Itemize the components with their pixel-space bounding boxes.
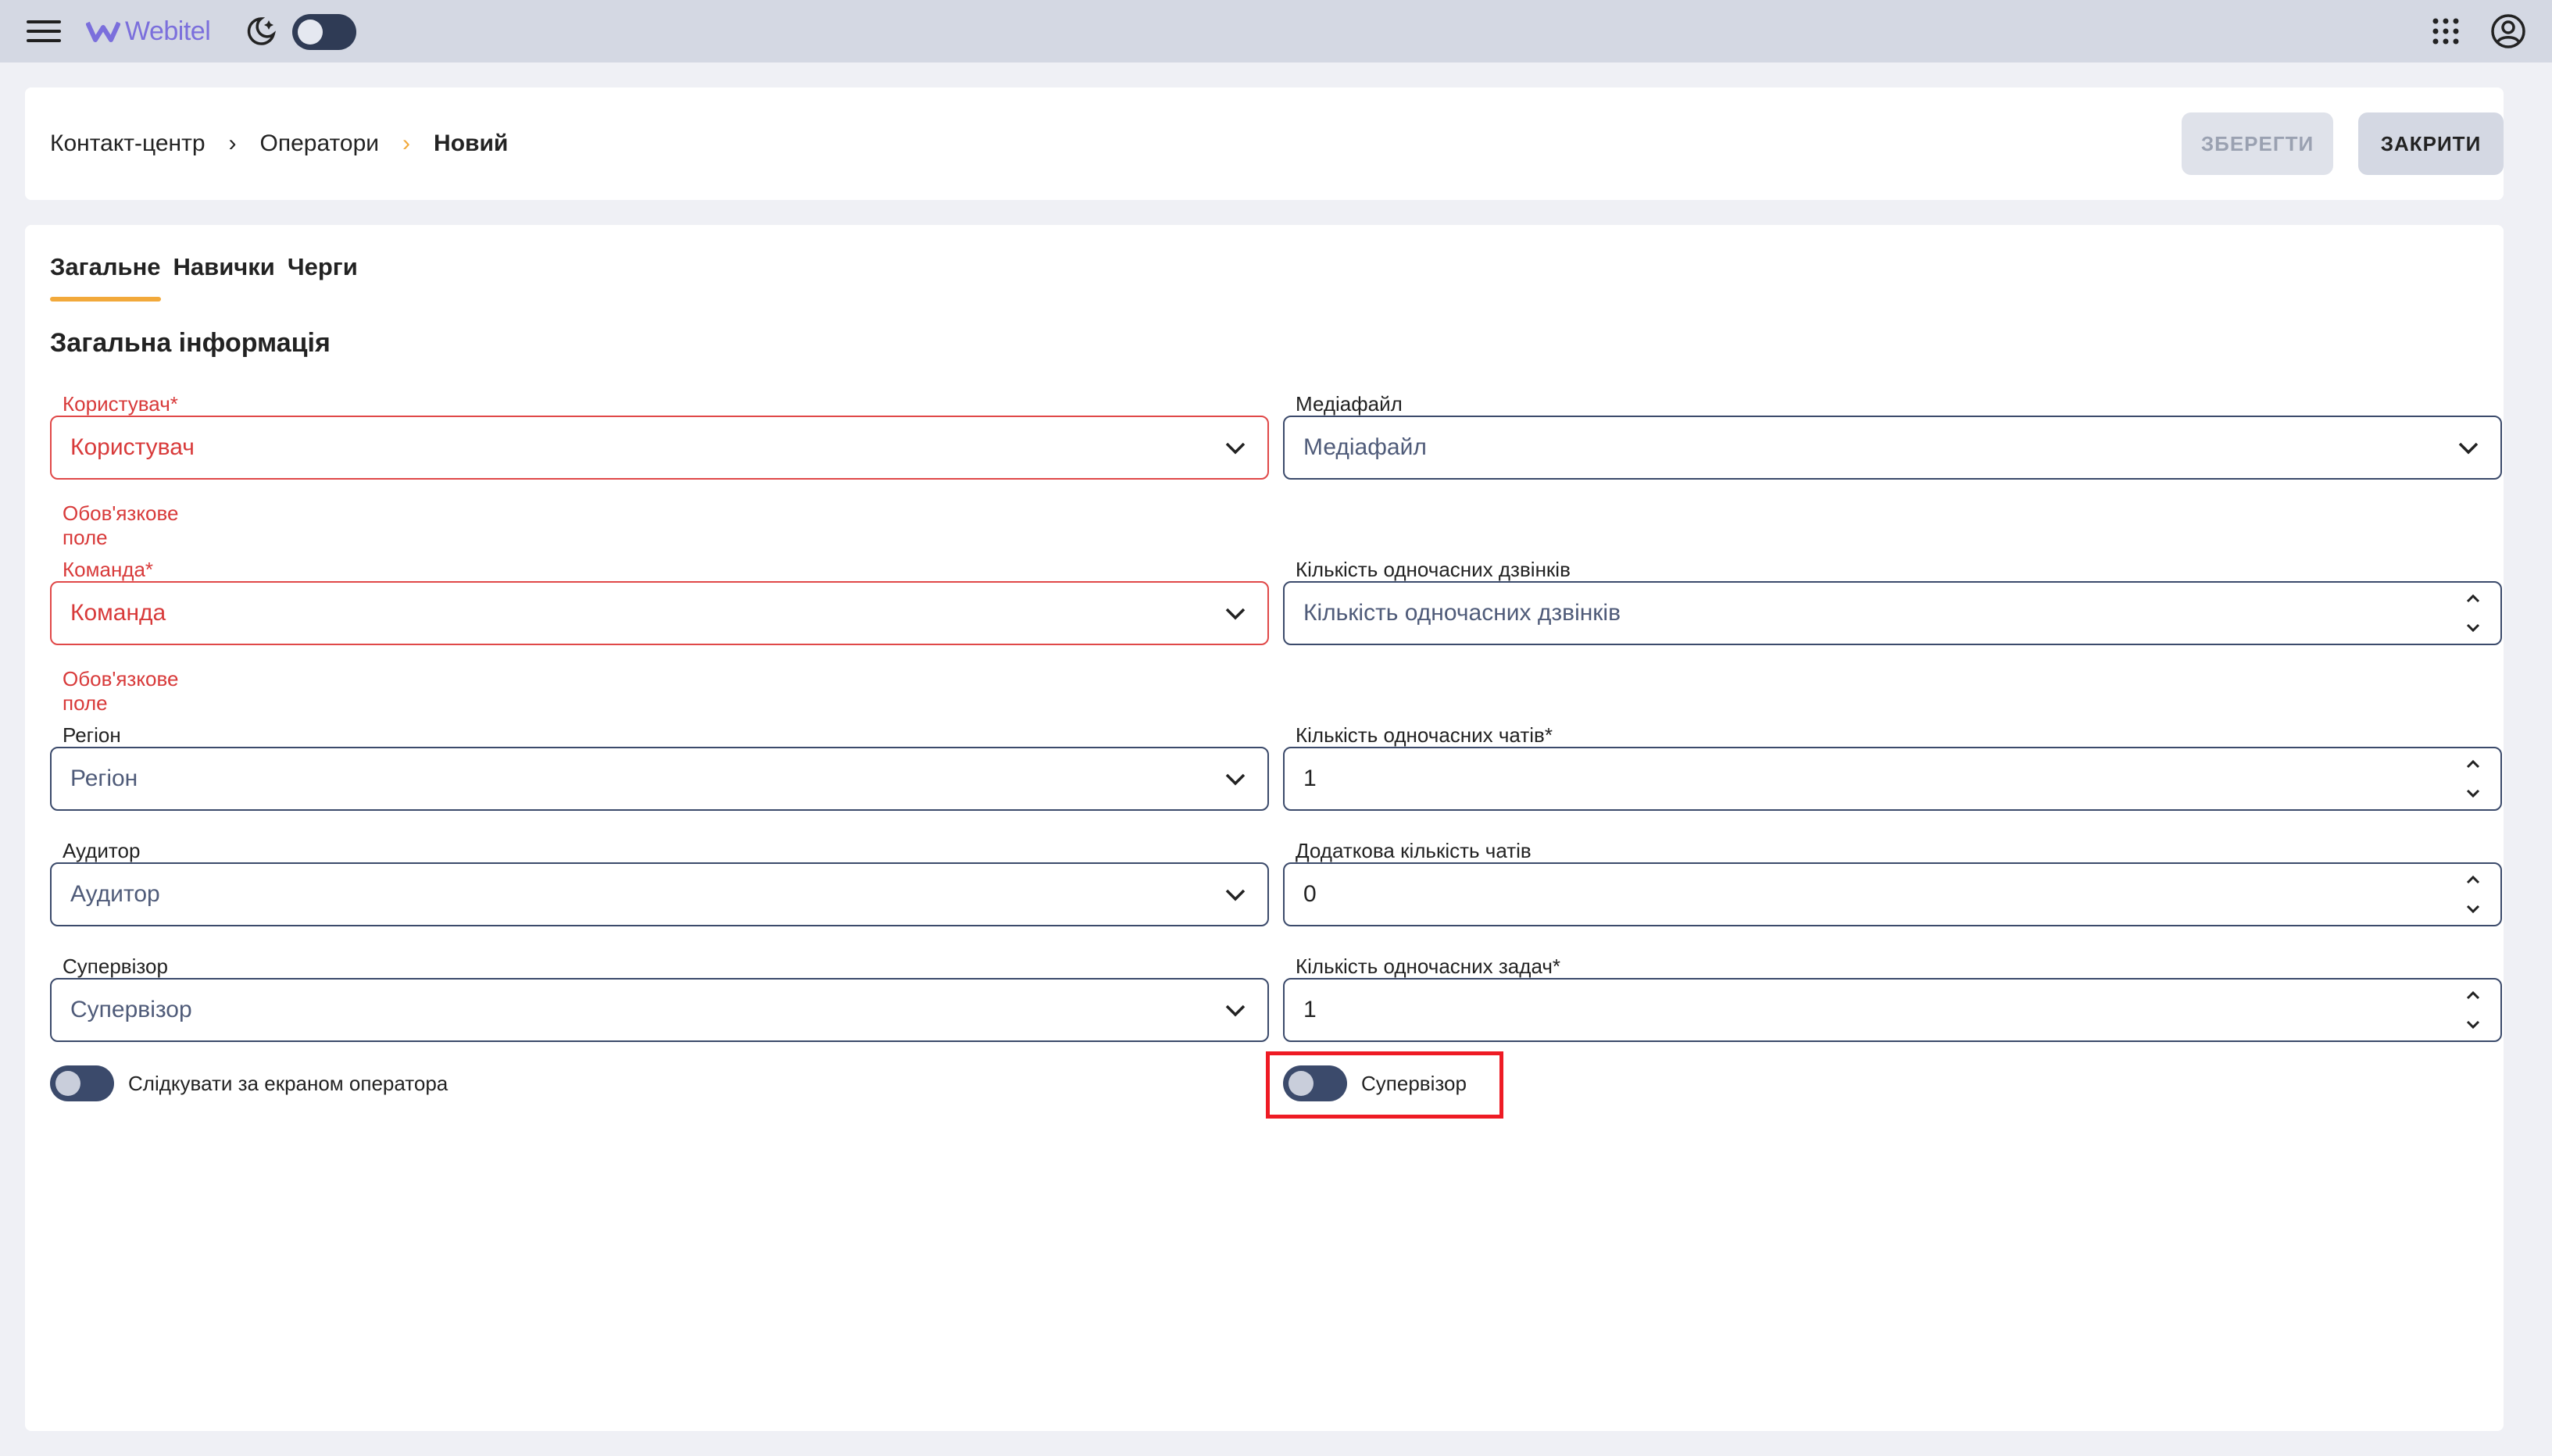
close-button[interactable]: ЗАКРИТИ: [2358, 112, 2504, 175]
screen-follow-label: Слідкувати за екраном оператора: [128, 1071, 449, 1095]
webitel-logo-icon: [86, 21, 120, 42]
chevron-down-icon: [1225, 889, 1246, 901]
team-error: Обов'язкове поле: [63, 667, 179, 715]
dark-mode-toggle[interactable]: [292, 14, 356, 50]
number-stepper-icon[interactable]: [2463, 987, 2483, 1033]
logo-text: Webitel: [125, 16, 211, 46]
media-placeholder: Медіафайл: [1303, 434, 1427, 460]
screen-follow-toggle[interactable]: [50, 1065, 114, 1101]
header-card: Контакт-центр › Оператори › Новий ЗБЕРЕГ…: [25, 87, 2504, 200]
team-label: Команда*: [63, 558, 154, 581]
auditor-placeholder: Аудитор: [70, 881, 160, 907]
number-stepper-icon[interactable]: [2463, 756, 2483, 801]
region-select[interactable]: Регіон: [50, 747, 1269, 811]
tab-queues[interactable]: Черги: [288, 253, 358, 302]
chats-input[interactable]: 1: [1283, 747, 2502, 811]
media-select[interactable]: Медіафайл: [1283, 416, 2502, 480]
auditor-label: Аудитор: [63, 839, 141, 862]
team-placeholder: Команда: [70, 600, 166, 626]
auditor-select[interactable]: Аудитор: [50, 862, 1269, 926]
supervisor-select[interactable]: Супервізор: [50, 978, 1269, 1042]
tasks-input[interactable]: 1: [1283, 978, 2502, 1042]
breadcrumb-current: Новий: [434, 130, 509, 156]
chevron-down-icon: [1225, 608, 1246, 620]
chevron-right-icon: ›: [402, 130, 411, 156]
top-bar: Webitel: [0, 0, 2552, 62]
chevron-down-icon: [1225, 773, 1246, 786]
region-label: Регіон: [63, 723, 121, 747]
extra-chats-input[interactable]: 0: [1283, 862, 2502, 926]
chats-value: 1: [1303, 765, 1317, 791]
user-placeholder: Користувач: [70, 434, 195, 460]
chevron-down-icon: [2458, 442, 2479, 455]
supervisor-placeholder: Супервізор: [70, 997, 192, 1022]
breadcrumb-operators[interactable]: Оператори: [260, 130, 380, 157]
breadcrumb-contact-center[interactable]: Контакт-центр: [50, 130, 206, 157]
chevron-right-icon: ›: [228, 130, 237, 156]
number-stepper-icon[interactable]: [2463, 591, 2483, 636]
screen-follow-row: Слідкувати за екраном оператора: [50, 1065, 448, 1101]
tasks-value: 1: [1303, 997, 1317, 1022]
section-title: Загальна інформація: [50, 328, 331, 358]
dark-mode-icon: [244, 14, 278, 48]
chats-label: Кількість одночасних чатів*: [1296, 723, 1553, 747]
tab-skills[interactable]: Навички: [173, 253, 275, 302]
calls-placeholder: Кількість одночасних дзвінків: [1303, 600, 1621, 626]
media-label: Медіафайл: [1296, 392, 1403, 416]
chevron-down-icon: [1225, 442, 1246, 455]
webitel-logo[interactable]: Webitel: [86, 12, 211, 50]
chevron-down-icon: [1225, 1005, 1246, 1017]
tabs: Загальне Навички Черги: [50, 253, 358, 302]
account-icon[interactable]: [2489, 12, 2527, 50]
user-select[interactable]: Користувач: [50, 416, 1269, 480]
tasks-label: Кількість одночасних задач*: [1296, 955, 1560, 978]
extra-chats-value: 0: [1303, 881, 1317, 907]
calls-input[interactable]: Кількість одночасних дзвінків: [1283, 581, 2502, 645]
breadcrumb: Контакт-центр › Оператори › Новий: [50, 87, 508, 200]
tab-general[interactable]: Загальне: [50, 253, 161, 302]
team-select[interactable]: Команда: [50, 581, 1269, 645]
calls-label: Кількість одночасних дзвінків: [1296, 558, 1571, 581]
apps-grid-icon[interactable]: [2432, 17, 2460, 45]
user-label: Користувач*: [63, 392, 178, 416]
highlight-box: [1266, 1051, 1503, 1119]
menu-icon[interactable]: [27, 16, 61, 47]
save-button[interactable]: ЗБЕРЕГТИ: [2182, 112, 2333, 175]
user-error: Обов'язкове поле: [63, 501, 179, 549]
supervisor-label: Супервізор: [63, 955, 168, 978]
extra-chats-label: Додаткова кількість чатів: [1296, 839, 1532, 862]
number-stepper-icon[interactable]: [2463, 872, 2483, 917]
main-card: Загальне Навички Черги Загальна інформац…: [25, 225, 2504, 1431]
region-placeholder: Регіон: [70, 765, 138, 791]
